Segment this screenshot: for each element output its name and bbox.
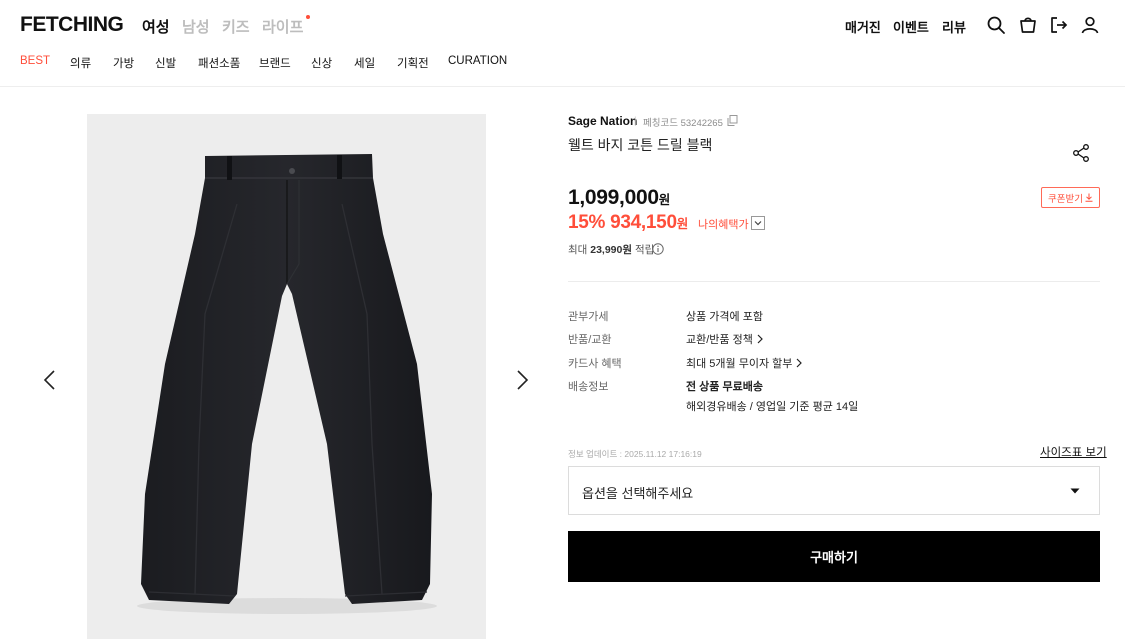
detail-label-shipping: 배송정보	[568, 381, 609, 393]
size-chart-link[interactable]: 사이즈표 보기	[1040, 444, 1107, 460]
separator: |	[634, 116, 637, 127]
category-exhibitions[interactable]: 기획전	[397, 55, 429, 71]
option-select[interactable]: 옵션을 선택해주세요	[568, 466, 1100, 515]
tab-men[interactable]: 남성	[182, 16, 210, 37]
sale-price: 15% 934,150원	[568, 212, 688, 234]
logout-icon[interactable]	[1049, 15, 1069, 35]
category-new[interactable]: 신상	[311, 55, 332, 71]
detail-value-duties: 상품 가격에 포함	[686, 311, 763, 323]
chevron-right-icon[interactable]	[510, 368, 534, 392]
tab-women[interactable]: 여성	[142, 16, 170, 37]
return-policy-label: 교환/반품 정책	[686, 334, 753, 346]
detail-label-duties: 관부가세	[568, 311, 609, 323]
category-sale[interactable]: 세일	[354, 55, 375, 71]
option-select-placeholder: 옵션을 선택해주세요	[582, 486, 694, 501]
card-benefit-link[interactable]: 최대 5개월 무이자 할부	[686, 355, 803, 371]
copy-icon[interactable]	[727, 115, 738, 126]
detail-label-returns: 반품/교환	[568, 334, 612, 346]
coupon-label: 쿠폰받기	[1048, 193, 1083, 205]
category-clothing[interactable]: 의류	[70, 55, 91, 71]
share-icon[interactable]	[1071, 143, 1091, 163]
user-icon[interactable]	[1080, 15, 1100, 35]
brand-name[interactable]: Sage Nation	[568, 114, 637, 128]
info-icon[interactable]	[652, 243, 664, 255]
chevron-right-small-icon	[757, 334, 763, 344]
fetching-logo[interactable]: FETCHING	[20, 13, 124, 37]
sale-currency: 원	[676, 217, 689, 231]
new-dot	[306, 15, 311, 19]
discount-rate: 15%	[568, 212, 606, 233]
category-accessories[interactable]: 패션소품	[198, 55, 240, 71]
sale-price-value: 934,150	[610, 212, 677, 233]
buy-button[interactable]: 구매하기	[568, 531, 1100, 582]
chevron-left-icon[interactable]	[38, 368, 62, 392]
search-icon[interactable]	[986, 15, 1006, 35]
info-divider	[568, 281, 1100, 282]
chevron-down-icon[interactable]	[751, 216, 765, 230]
tab-life-label: 라이프	[262, 19, 304, 36]
chevron-right-small-icon	[797, 358, 803, 368]
return-policy-link[interactable]: 교환/반품 정책	[686, 331, 764, 347]
points-prefix: 최대	[568, 244, 588, 256]
coupon-button[interactable]: 쿠폰받기	[1041, 187, 1100, 208]
shopping-bag-icon[interactable]	[1018, 15, 1038, 35]
header-divider	[0, 86, 1125, 87]
card-benefit-label: 최대 5개월 무이자 할부	[686, 358, 793, 370]
download-icon	[1085, 193, 1093, 202]
product-title: 웰트 바지 코튼 드릴 블랙	[568, 137, 713, 153]
event-link[interactable]: 이벤트	[893, 17, 929, 36]
tab-kids[interactable]: 키즈	[222, 16, 250, 37]
reward-points: 최대 23,990원 적립	[568, 242, 654, 257]
product-code-text: 페칭코드 53242265	[643, 118, 723, 129]
product-code: 페칭코드 53242265	[643, 115, 723, 129]
category-curation[interactable]: CURATION	[448, 55, 507, 67]
product-image[interactable]	[87, 114, 486, 639]
detail-label-card: 카드사 혜택	[568, 358, 622, 370]
caret-down-icon	[1070, 488, 1080, 494]
magazine-link[interactable]: 매거진	[845, 17, 881, 36]
currency: 원	[658, 193, 671, 207]
my-benefit-price[interactable]: 나의혜택가	[698, 216, 749, 232]
update-timestamp: 정보 업데이트 : 2025.11.12 17:16:19	[568, 449, 702, 459]
category-best[interactable]: BEST	[20, 55, 50, 67]
tab-life[interactable]: 라이프	[262, 15, 311, 37]
original-price: 1,099,000원	[568, 186, 670, 210]
category-brands[interactable]: 브랜드	[259, 55, 291, 71]
detail-shipping-sub: 해외경유배송 / 영업일 기준 평균 14일	[686, 401, 859, 413]
review-link[interactable]: 리뷰	[942, 17, 966, 36]
detail-value-shipping: 전 상품 무료배송	[686, 381, 763, 393]
category-shoes[interactable]: 신발	[155, 55, 176, 71]
category-bags[interactable]: 가방	[113, 55, 134, 71]
points-amount: 23,990원	[590, 244, 633, 256]
original-price-value: 1,099,000	[568, 186, 659, 209]
